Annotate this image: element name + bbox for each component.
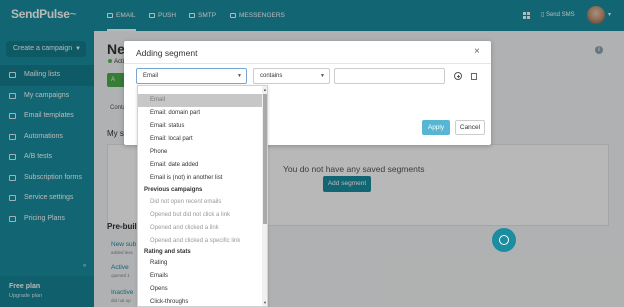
- field-dropdown-list: Email Email: domain part Email: status E…: [137, 85, 268, 307]
- dropdown-option-opened-clicked: Opened and clicked a link: [150, 225, 219, 231]
- dropdown-option-did-not-open: Did not open recent emails: [150, 199, 222, 205]
- dialog-title: Adding segment: [136, 48, 198, 58]
- add-condition-icon[interactable]: [454, 72, 462, 80]
- trash-icon[interactable]: [471, 73, 477, 80]
- dropdown-scrollbar[interactable]: ▲ ▼: [262, 86, 267, 306]
- dropdown-option-email-date-added[interactable]: Email: date added: [138, 159, 263, 172]
- dropdown-option-email-domain[interactable]: Email: domain part: [138, 107, 263, 120]
- dropdown-option-opened-no-click: Opened but did not click a link: [150, 212, 231, 218]
- scroll-down-icon[interactable]: ▼: [263, 300, 267, 305]
- caret-down-icon: ▼: [320, 73, 325, 79]
- apply-button[interactable]: Apply: [422, 120, 450, 135]
- dropdown-option-email-local[interactable]: Email: local part: [138, 133, 263, 146]
- dropdown-option-opens[interactable]: Opens: [138, 283, 263, 296]
- field-select-value: Email: [143, 73, 159, 79]
- chat-support-icon[interactable]: [492, 228, 516, 252]
- scroll-up-icon[interactable]: ▲: [263, 87, 267, 92]
- dropdown-option-email-status[interactable]: Email: status: [138, 120, 263, 133]
- scroll-thumb[interactable]: [263, 94, 267, 224]
- dropdown-option-rating[interactable]: Rating: [138, 257, 263, 270]
- caret-down-icon: ▼: [237, 73, 242, 79]
- dropdown-option-email[interactable]: Email: [138, 94, 263, 107]
- value-input[interactable]: [334, 68, 445, 84]
- dropdown-option-emails[interactable]: Emails: [138, 270, 263, 283]
- dropdown-option-click-throughs[interactable]: Click-throughs: [138, 296, 263, 306]
- dropdown-option-phone[interactable]: Phone: [138, 146, 263, 159]
- close-icon[interactable]: ×: [474, 46, 480, 57]
- operator-select-value: contains: [260, 73, 283, 79]
- divider: [124, 63, 491, 64]
- cancel-button[interactable]: Cancel: [455, 120, 485, 135]
- field-select[interactable]: Email ▼: [136, 68, 247, 84]
- operator-select[interactable]: contains ▼: [253, 68, 330, 84]
- dropdown-group-previous-campaigns: Previous campaigns: [144, 187, 203, 193]
